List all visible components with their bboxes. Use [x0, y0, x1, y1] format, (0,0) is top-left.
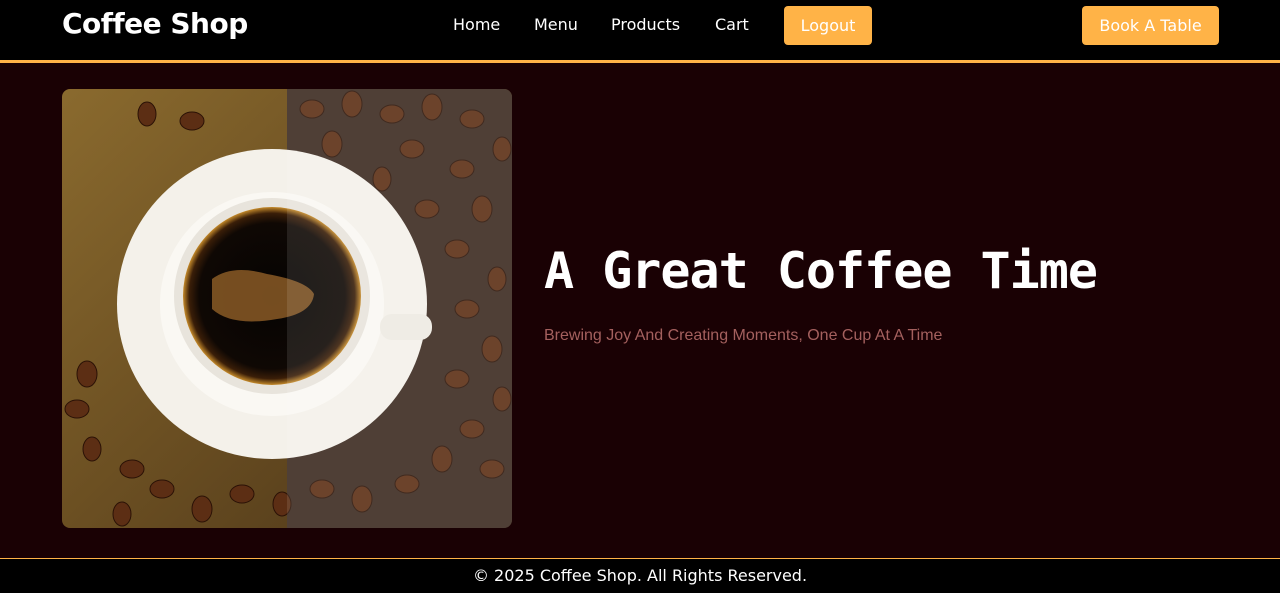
nav-home-link[interactable]: Home: [453, 15, 500, 34]
nav-menu-link[interactable]: Menu: [534, 15, 578, 34]
book-table-button[interactable]: Book A Table: [1082, 6, 1219, 45]
hero-title: A Great Coffee Time: [544, 242, 1098, 300]
footer: © 2025 Coffee Shop. All Rights Reserved.: [0, 558, 1280, 593]
nav-cart-link[interactable]: Cart: [715, 15, 749, 34]
navbar: Coffee Shop Home Menu Products Cart Logo…: [0, 0, 1280, 63]
footer-copyright: © 2025 Coffee Shop. All Rights Reserved.: [472, 566, 808, 585]
hero-subtitle: Brewing Joy And Creating Moments, One Cu…: [544, 327, 943, 344]
logout-button[interactable]: Logout: [784, 6, 872, 45]
nav-products-link[interactable]: Products: [611, 15, 680, 34]
brand-logo[interactable]: Coffee Shop: [62, 7, 248, 40]
coffee-cup-image: [62, 89, 512, 528]
